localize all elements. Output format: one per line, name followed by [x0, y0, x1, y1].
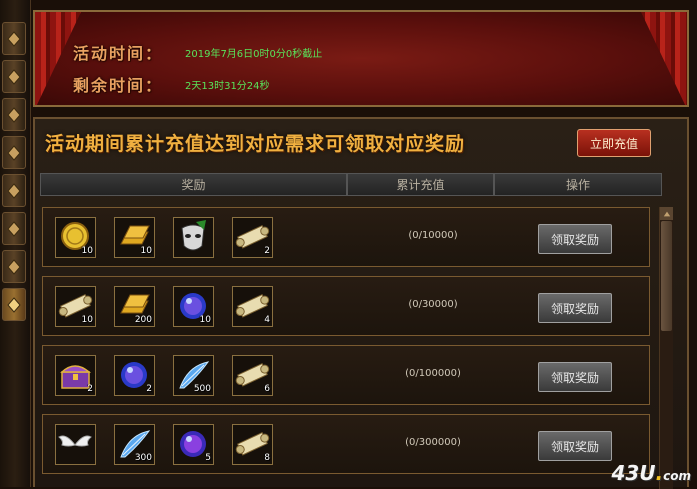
curtain-right-decoration — [641, 12, 687, 105]
scroll-up-arrow-icon[interactable] — [660, 207, 673, 220]
wings-icon — [58, 435, 92, 447]
reward-item-slot[interactable]: 5 — [173, 424, 214, 465]
activity-time-label: 活动时间： — [73, 44, 164, 63]
remaining-time-label: 剩余时间： — [73, 76, 164, 95]
reward-item-slot[interactable]: 2 — [114, 355, 155, 396]
ornament-icon — [7, 296, 21, 313]
recharge-progress: (0/300000) — [405, 437, 461, 448]
side-tab-1[interactable] — [2, 22, 26, 55]
column-header-reward: 奖励 — [40, 173, 347, 196]
item-quantity: 2 — [146, 384, 152, 394]
reward-item-slot[interactable] — [173, 217, 214, 258]
side-tab-7[interactable] — [2, 250, 26, 283]
scrollbar-thumb[interactable] — [661, 221, 672, 331]
item-quantity: 10 — [81, 315, 93, 325]
ornament-icon — [7, 258, 21, 275]
reward-item-slot[interactable]: 10 — [114, 217, 155, 258]
reward-item-slot[interactable]: 10 — [173, 286, 214, 327]
reward-item-slot[interactable] — [55, 424, 96, 465]
reward-row: 10 200 10 4 (0/30000) 领取奖励 — [42, 276, 650, 336]
reward-item-slot[interactable]: 500 — [173, 355, 214, 396]
reward-row: 2 2 500 6 (0/100000) 领取奖励 — [42, 345, 650, 405]
activity-time-banner: 活动时间： 2019年7月6日0时0分0秒截止 剩余时间： 2天13时31分24… — [33, 10, 689, 107]
reward-item-slot[interactable]: 300 — [114, 424, 155, 465]
remaining-time-value: 2天13时31分24秒 — [185, 81, 270, 92]
claim-reward-button[interactable]: 领取奖励 — [538, 224, 612, 254]
claim-reward-button[interactable]: 领取奖励 — [538, 293, 612, 323]
column-header-action: 操作 — [494, 173, 662, 196]
item-quantity: 500 — [193, 384, 211, 394]
reward-row: 10 10 2 (0/10000) 领取奖励 — [42, 207, 650, 267]
recharge-reward-panel: 活动期间累计充值达到对应需求可领取对应奖励 立即充值 奖励 累计充值 操作 10… — [33, 117, 689, 489]
left-side-tab-rail — [0, 0, 31, 487]
reward-item-slot[interactable]: 2 — [55, 355, 96, 396]
activity-time-value: 2019年7月6日0时0分0秒截止 — [185, 49, 323, 60]
side-tab-3[interactable] — [2, 98, 26, 131]
item-quantity: 2 — [87, 384, 93, 394]
claim-reward-button[interactable]: 领取奖励 — [538, 431, 612, 461]
recharge-progress: (0/100000) — [405, 368, 461, 379]
reward-row: 300 5 8 (0/300000) 领取奖励 — [42, 414, 650, 474]
ornament-icon — [7, 182, 21, 199]
reward-list-scrollbar[interactable] — [659, 207, 673, 489]
item-quantity: 10 — [81, 246, 93, 256]
reward-item-slot[interactable]: 6 — [232, 355, 273, 396]
item-quantity: 200 — [134, 315, 152, 325]
side-tab-4[interactable] — [2, 136, 26, 169]
item-quantity: 2 — [264, 246, 270, 256]
table-header: 奖励 累计充值 操作 — [40, 173, 662, 196]
reward-item-slot[interactable]: 10 — [55, 217, 96, 258]
item-quantity: 10 — [199, 315, 211, 325]
item-quantity: 8 — [264, 453, 270, 463]
mask-icon — [181, 220, 206, 251]
reward-item-slot[interactable]: 200 — [114, 286, 155, 327]
reward-item-slot[interactable]: 10 — [55, 286, 96, 327]
ornament-icon — [7, 30, 21, 47]
ornament-icon — [7, 144, 21, 161]
reward-item-slot[interactable]: 8 — [232, 424, 273, 465]
item-quantity: 10 — [140, 246, 152, 256]
side-tab-5[interactable] — [2, 174, 26, 207]
panel-title: 活动期间累计充值达到对应需求可领取对应奖励 — [45, 133, 466, 155]
side-tab-2[interactable] — [2, 60, 26, 93]
side-tab-6[interactable] — [2, 212, 26, 245]
reward-item-slot[interactable]: 2 — [232, 217, 273, 258]
recharge-now-button[interactable]: 立即充值 — [577, 129, 651, 157]
reward-item-slot[interactable]: 4 — [232, 286, 273, 327]
item-quantity: 300 — [134, 453, 152, 463]
item-quantity: 4 — [264, 315, 270, 325]
recharge-progress: (0/10000) — [408, 230, 458, 241]
ornament-icon — [7, 106, 21, 123]
ornament-icon — [7, 68, 21, 85]
item-quantity: 6 — [264, 384, 270, 394]
recharge-progress: (0/30000) — [408, 299, 458, 310]
column-header-recharge: 累计充值 — [347, 173, 494, 196]
claim-reward-button[interactable]: 领取奖励 — [538, 362, 612, 392]
site-watermark-logo: 43U.com — [611, 461, 691, 485]
item-quantity: 5 — [205, 453, 211, 463]
side-tab-8-active[interactable] — [2, 288, 26, 321]
ornament-icon — [7, 220, 21, 237]
